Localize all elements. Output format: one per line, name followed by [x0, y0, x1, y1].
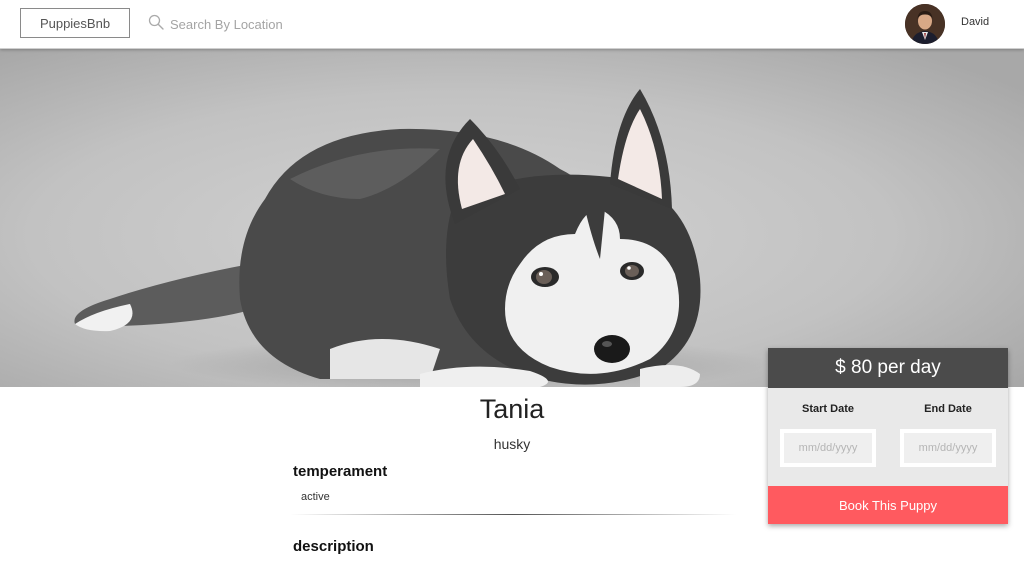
- price-per-day: $ 80 per day: [768, 348, 1008, 388]
- description-heading: description: [293, 538, 374, 555]
- start-date-group: Start Date: [780, 403, 876, 467]
- puppy-breed: husky: [493, 436, 531, 452]
- hero-image: [0, 49, 1024, 387]
- brand-label: PuppiesBnb: [39, 15, 111, 31]
- temperament-value: active: [301, 491, 330, 503]
- search-icon: [148, 14, 164, 35]
- puppy-name: Tania: [479, 394, 545, 424]
- start-date-label: Start Date: [802, 403, 854, 415]
- navbar: PuppiesBnb David: [0, 0, 1024, 49]
- search-input[interactable]: [170, 16, 430, 32]
- temperament-heading: temperament: [293, 463, 388, 480]
- start-date-input[interactable]: [780, 429, 876, 467]
- booking-card: $ 80 per day Start Date End Date Book Th…: [768, 348, 1008, 524]
- avatar[interactable]: [905, 4, 945, 44]
- end-date-group: End Date: [900, 403, 996, 467]
- puppy-photo: [0, 49, 1024, 387]
- puppy-detail-page: PuppiesBnb David: [0, 0, 1024, 562]
- search-bar: [148, 12, 448, 36]
- section-divider: [290, 514, 736, 515]
- end-date-input[interactable]: [900, 429, 996, 467]
- end-date-label: End Date: [924, 403, 972, 415]
- book-puppy-button[interactable]: Book This Puppy: [768, 486, 1008, 524]
- brand-logo-button[interactable]: PuppiesBnb: [20, 8, 130, 38]
- user-name[interactable]: David: [961, 16, 989, 28]
